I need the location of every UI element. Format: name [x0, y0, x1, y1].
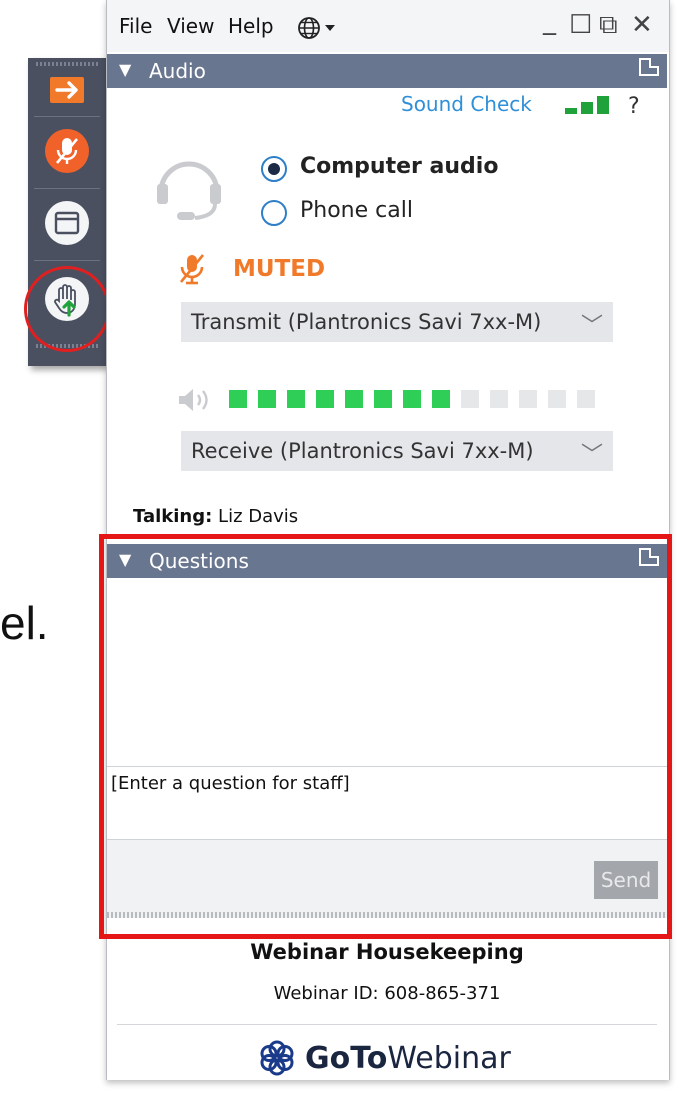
webinar-id: Webinar ID: 608-865-371 — [273, 983, 501, 1004]
level-segment — [345, 390, 363, 408]
level-segment — [432, 390, 450, 408]
talking-name: Liz Davis — [218, 506, 299, 527]
level-segment — [490, 390, 508, 408]
talking-label: Talking: — [133, 506, 213, 527]
menu-bar: File View Help _ ☐ ⧉ ✕ — [107, 0, 669, 52]
brand-webinar: Webinar — [387, 1040, 511, 1076]
speaker-icon — [179, 389, 208, 411]
mute-status-label: MUTED — [233, 256, 326, 282]
transmit-device-select[interactable]: Transmit (Plantronics Savi 7xx-M) ﹀ — [181, 302, 613, 342]
minimize-button[interactable]: _ — [543, 6, 556, 36]
gotowebinar-logo-icon — [260, 1040, 294, 1076]
level-segment — [229, 390, 247, 408]
level-segment — [316, 390, 334, 408]
sound-check-link[interactable]: Sound Check — [401, 92, 532, 116]
globe-icon — [298, 17, 320, 39]
menu-file[interactable]: File — [119, 14, 152, 38]
phone-call-label[interactable]: Phone call — [300, 198, 413, 223]
menu-view[interactable]: View — [167, 14, 214, 38]
maximize-button[interactable]: ☐ — [569, 10, 592, 40]
level-segment — [461, 390, 479, 408]
level-segment — [403, 390, 421, 408]
level-segment — [374, 390, 392, 408]
transmit-device-value: Transmit (Plantronics Savi 7xx-M) — [191, 310, 542, 334]
brand-goto: GoTo — [305, 1040, 388, 1076]
computer-audio-label[interactable]: Computer audio — [300, 154, 498, 179]
window-icon — [45, 201, 89, 245]
headset-icon — [157, 161, 221, 220]
mic-muted-icon — [179, 254, 205, 285]
chevron-down-icon: ﹀ — [580, 314, 603, 339]
menu-help[interactable]: Help — [228, 14, 274, 38]
footer-divider — [117, 1024, 657, 1025]
close-button[interactable]: ✕ — [631, 10, 653, 40]
chevron-down-icon: ﹀ — [580, 443, 603, 468]
talking-indicator: Talking: Liz Davis — [133, 506, 298, 527]
audio-help-button[interactable]: ? — [628, 94, 640, 119]
phone-call-radio[interactable] — [261, 200, 287, 226]
mute-toggle-button[interactable] — [28, 120, 106, 182]
grab-tab-button[interactable] — [28, 192, 106, 254]
signal-bars-icon — [565, 94, 613, 116]
audio-section-title: Audio — [149, 59, 206, 83]
collapse-panel-button[interactable] — [28, 70, 106, 110]
brand-logo: GoTo Webinar — [257, 1036, 511, 1080]
level-segment — [519, 390, 537, 408]
level-segment — [258, 390, 276, 408]
level-segment — [287, 390, 305, 408]
level-segment — [548, 390, 566, 408]
audio-section-header[interactable]: ▼ Audio — [107, 54, 667, 88]
raise-hand-highlight — [24, 266, 110, 352]
receive-device-value: Receive (Plantronics Savi 7xx-M) — [191, 439, 534, 463]
questions-highlight-frame — [99, 534, 672, 939]
collapse-triangle-icon: ▼ — [119, 60, 132, 79]
level-segment — [577, 390, 595, 408]
computer-audio-radio[interactable] — [261, 156, 287, 182]
pop-out-icon[interactable] — [639, 58, 659, 76]
arrow-right-icon — [50, 77, 84, 103]
language-menu[interactable] — [297, 16, 336, 40]
receive-device-select[interactable]: Receive (Plantronics Savi 7xx-M) ﹀ — [181, 431, 613, 471]
restore-button[interactable]: ⧉ — [599, 10, 618, 41]
mic-muted-icon — [45, 129, 89, 173]
background-slide-text: el. — [0, 597, 49, 649]
dropdown-arrow-icon — [325, 25, 335, 31]
webinar-title: Webinar Housekeeping — [250, 940, 524, 964]
rail-grip-top — [36, 62, 98, 66]
